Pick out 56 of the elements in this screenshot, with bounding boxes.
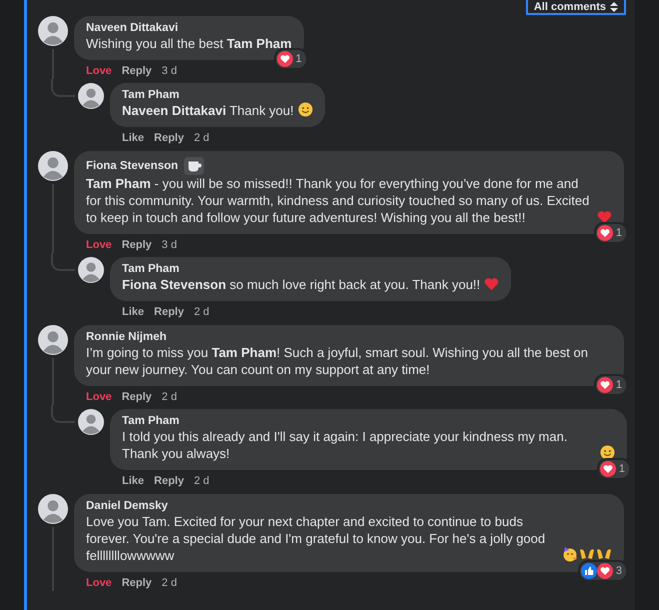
reply-link[interactable]: Reply <box>122 237 152 253</box>
reaction-count: 1 <box>616 379 622 391</box>
reply-link[interactable]: Reply <box>122 389 152 405</box>
thread-connector <box>51 79 75 97</box>
react-link[interactable]: Love <box>86 575 112 591</box>
timestamp: 2 d <box>162 576 177 591</box>
avatar <box>38 325 68 355</box>
reaction-pill[interactable]: 1 <box>594 222 628 244</box>
author-name[interactable]: Fiona Stevenson <box>86 160 178 172</box>
comment-text: I told you this already and I'll say it again: I appreciate your kindness my man. Thank you always! <box>122 428 568 462</box>
reaction-pill[interactable]: 1 <box>596 458 631 480</box>
timestamp: 2 d <box>162 390 177 405</box>
comment-text: Love you Tam. Excited for your next chapter and excited to continue to buds forever. You're a special dude and I'm grateful to know you. For he's a jolly good fellllllllowwwww <box>86 513 546 564</box>
timestamp: 2 d <box>194 474 210 489</box>
reply-link[interactable]: Reply <box>154 304 184 320</box>
thread-connector <box>51 253 75 271</box>
comment-text: Naveen Dittakavi Thank you! <box>122 102 294 119</box>
comment-filter-dropdown[interactable]: All comments <box>526 0 626 15</box>
avatar <box>78 83 104 109</box>
comment-text: Fiona Stevenson so much love right back at you. Thank you!! <box>122 276 480 293</box>
comment-text: I’m going to miss you Tam Pham! Such a joyful, smart soul. Wishing you all the best on your new journey. You can count on my support at any time! <box>86 344 589 378</box>
author-name[interactable]: Daniel Demsky <box>86 500 168 512</box>
avatar <box>78 409 104 435</box>
timestamp: 2 d <box>194 305 210 320</box>
react-link[interactable]: Like <box>122 304 144 320</box>
author-name[interactable]: Ronnie Nijmeh <box>86 331 167 343</box>
reply-link[interactable]: Reply <box>122 575 152 591</box>
reaction-pill[interactable]: 3 <box>578 560 628 582</box>
timestamp: 2 d <box>194 131 210 146</box>
reaction-count: 3 <box>616 565 622 577</box>
react-link[interactable]: Like <box>122 130 144 146</box>
avatar <box>38 151 68 181</box>
timestamp: 3 d <box>162 64 177 79</box>
reaction-count: 1 <box>616 227 622 239</box>
avatar <box>78 257 104 283</box>
reaction-pill[interactable]: 1 <box>274 48 308 70</box>
react-link[interactable]: Love <box>86 237 112 253</box>
avatar <box>38 494 68 524</box>
reply-link[interactable]: Reply <box>154 473 184 489</box>
caret-icon <box>610 2 618 12</box>
react-link[interactable]: Love <box>86 63 112 79</box>
reply-link[interactable]: Reply <box>122 63 152 79</box>
react-link[interactable]: Like <box>122 473 144 489</box>
author-name[interactable]: Tam Pham <box>122 415 180 427</box>
react-link[interactable]: Love <box>86 389 112 405</box>
author-name[interactable]: Naveen Dittakavi <box>86 22 178 34</box>
avatar <box>38 16 68 46</box>
thread-connector <box>51 405 75 423</box>
comment-text: Tam Pham - you will be so missed!! Thank you for everything you’ve done for me and for this community. Your warmth, kindness and curiosity touched so many of us. Excited to keep in touch and follow your future adventures! Wishing you all the best!! <box>86 175 590 226</box>
reaction-count: 1 <box>296 53 302 65</box>
reaction-count: 1 <box>618 463 625 475</box>
author-name[interactable]: Tam Pham <box>122 89 180 101</box>
reply-link[interactable]: Reply <box>154 130 184 146</box>
reaction-pill[interactable]: 1 <box>594 374 628 396</box>
timestamp: 3 d <box>162 238 177 253</box>
author-name[interactable]: Tam Pham <box>122 263 180 275</box>
